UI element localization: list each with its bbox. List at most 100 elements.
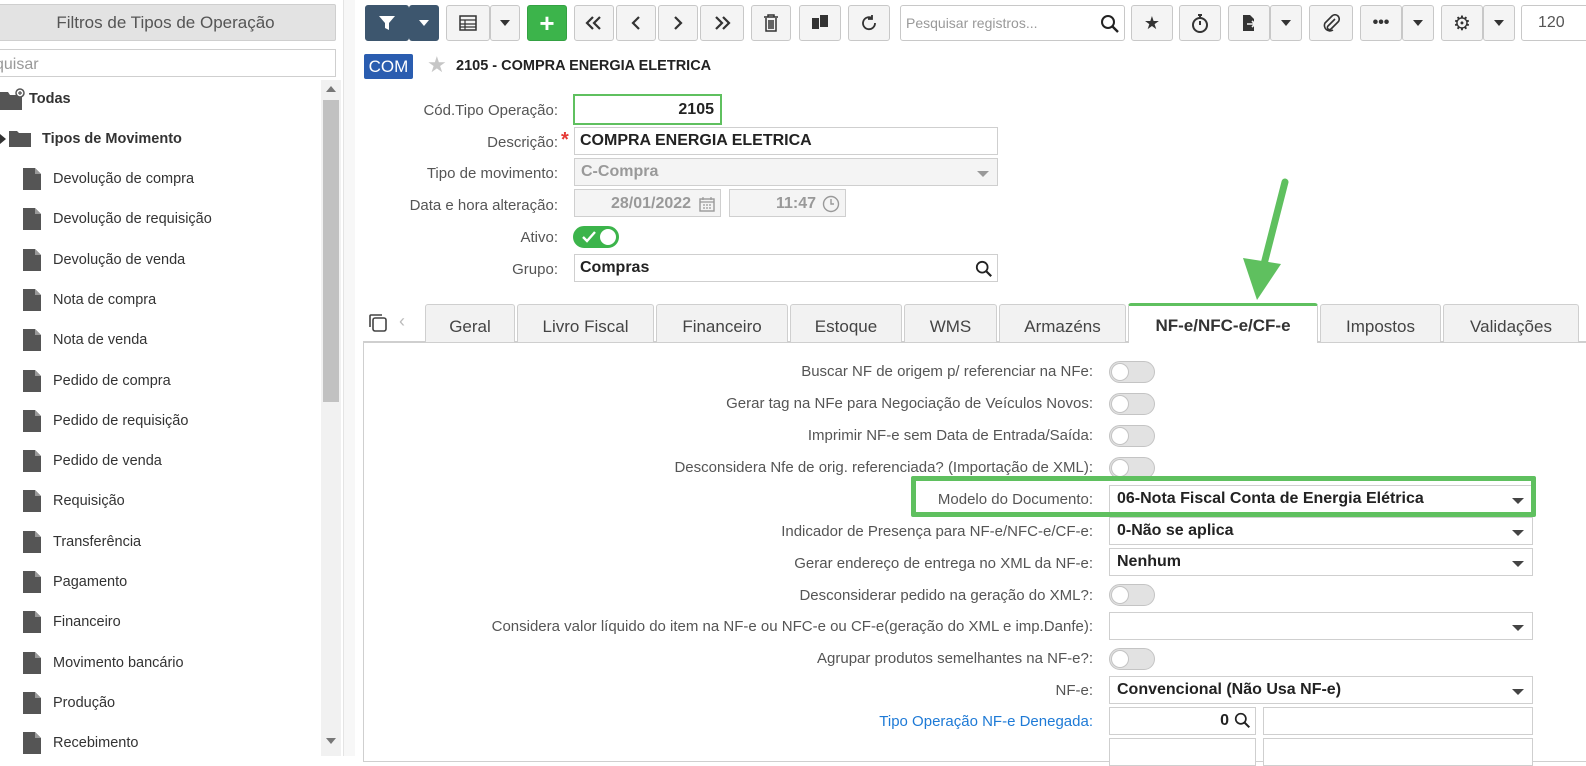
grid-view-dropdown-button[interactable] [490,5,520,41]
denegada-code-value: 0 [1220,712,1229,729]
tree-item[interactable]: Nota de venda [0,321,320,361]
favorite-button[interactable]: ★ [1131,5,1173,41]
favorite-star-icon[interactable]: ★ [427,54,447,76]
tree-item[interactable]: Transferência [0,523,320,563]
previous-record-button[interactable] [616,5,656,41]
document-icon [23,288,41,311]
scroll-up-arrow[interactable] [326,86,336,92]
timer-button[interactable] [1179,5,1221,41]
desconsiderar-pedido-toggle[interactable] [1109,584,1155,606]
tree-item[interactable]: Devolução de requisição [0,200,320,240]
tree-item[interactable]: Devolução de venda [0,241,320,281]
tree-item-label: Movimento bancário [53,654,184,671]
first-record-button[interactable] [574,5,614,41]
tab-nfe[interactable]: NF-e/NFC-e/CF-e [1128,303,1318,343]
change-time-value: 11:47 [776,195,817,212]
tab-geral[interactable]: Geral [425,304,515,342]
tree-item[interactable]: Pedido de compra [0,362,320,402]
settings-dropdown-button[interactable] [1483,5,1515,41]
active-toggle[interactable] [573,226,619,248]
settings-button[interactable]: ⚙ [1441,5,1483,41]
search-icon[interactable] [1234,712,1251,729]
tree-item[interactable]: Movimento bancário [0,644,320,684]
endereco-entrega-select[interactable]: Nenhum [1109,548,1533,576]
expand-arrow-icon[interactable] [0,134,6,144]
presenca-select[interactable]: 0-Não se aplica [1109,517,1533,545]
copy-tabs-icon[interactable] [368,313,388,333]
tab-financeiro[interactable]: Financeiro [656,304,788,342]
group-field[interactable]: Compras [574,254,998,282]
tab-scroll-left-icon[interactable]: ‹ [399,311,405,332]
tree-item[interactable]: Pedido de venda [0,442,320,482]
page-size-field[interactable]: 120 [1521,5,1586,41]
add-record-button[interactable]: + [527,5,567,41]
delete-button[interactable] [751,5,791,41]
movement-type-select: C-Compra [574,158,998,186]
record-search-input[interactable] [904,12,1094,34]
chevron-right-icon [674,16,683,30]
last-record-button[interactable] [700,5,744,41]
nfe-mode-select[interactable]: Convencional (Não Usa NF-e) [1109,676,1533,704]
group-label: Grupo: [512,261,558,278]
denegada-code-field[interactable]: 0 [1109,707,1256,735]
desconsidera-nfe-label: Desconsidera Nfe de orig. referenciada? … [674,459,1093,476]
tab-estoque[interactable]: Estoque [790,304,902,342]
attachments-button[interactable] [1309,5,1353,41]
tree-item[interactable]: Produção [0,684,320,724]
tree-item-label: Requisição [53,493,125,510]
filter-panel-title: Filtros de Tipos de Operação [0,4,336,41]
search-icon[interactable] [1100,14,1120,34]
buscar-nf-toggle[interactable] [1109,361,1155,383]
highlight-annotation [911,476,1536,517]
tree-item[interactable]: Devolução de compra [0,160,320,200]
imprimir-toggle[interactable] [1109,425,1155,447]
scroll-down-arrow[interactable] [326,738,336,744]
tree-scrollbar[interactable] [321,80,341,756]
tree-item[interactable]: Pedido de requisição [0,402,320,442]
export-dropdown-button[interactable] [1270,5,1302,41]
panel-divider[interactable] [343,0,355,756]
scroll-thumb[interactable] [323,100,339,402]
record-title: 2105 - COMPRA ENERGIA ELETRICA [456,58,712,74]
tree-item[interactable]: Pagamento [0,563,320,603]
duplicate-button[interactable] [799,5,841,41]
chevron-down-icon [1512,530,1524,536]
filter-button[interactable] [365,5,409,41]
next-field[interactable] [1109,738,1256,766]
valor-liquido-label: Considera valor líquido do item na NF-e … [491,618,1093,635]
tree-item-label: Devolução de requisição [53,211,212,228]
star-icon: ★ [1143,12,1161,33]
tab-impostos[interactable]: Impostos [1320,304,1441,342]
denegada-link[interactable]: Tipo Operação NF-e Denegada: [879,713,1093,730]
tree-item[interactable]: Financeiro [0,603,320,643]
search-icon[interactable] [975,260,993,278]
filter-dropdown-button[interactable] [409,5,439,41]
nfe-mode-value: Convencional (Não Usa NF-e) [1117,681,1342,698]
tab-wms[interactable]: WMS [904,304,997,342]
tree-item[interactable]: Recebimento [0,724,320,756]
filter-icon [379,16,395,30]
next-record-button[interactable] [658,5,698,41]
tab-livro-fiscal[interactable]: Livro Fiscal [517,304,654,342]
tree-item[interactable]: Nota de compra [0,281,320,321]
refresh-button[interactable] [848,5,890,41]
gerar-tag-toggle[interactable] [1109,393,1155,415]
more-actions-dropdown-button[interactable] [1402,5,1434,41]
desconsiderar-pedido-label: Desconsiderar pedido na geração do XML?: [799,587,1093,604]
grid-view-button[interactable] [446,5,490,41]
agrupar-toggle[interactable] [1109,648,1155,670]
tab-validacoes[interactable]: Validações [1443,304,1579,342]
more-actions-button[interactable]: ••• [1360,5,1402,41]
tree-item-all[interactable]: Todas [0,80,320,120]
tab-armazens[interactable]: Armazéns [999,304,1126,342]
tree-item[interactable]: Requisição [0,482,320,522]
document-icon [23,571,41,593]
description-field[interactable]: COMPRA ENERGIA ELETRICA [574,127,998,155]
gear-icon: ⚙ [1453,12,1471,35]
tree-group-movement-types[interactable]: Tipos de Movimento [0,120,320,160]
cod-field[interactable]: 2105 [573,94,722,125]
export-button[interactable] [1228,5,1270,41]
filter-search-input[interactable] [0,49,336,77]
record-search[interactable] [900,5,1125,41]
valor-liquido-select[interactable] [1109,612,1533,640]
